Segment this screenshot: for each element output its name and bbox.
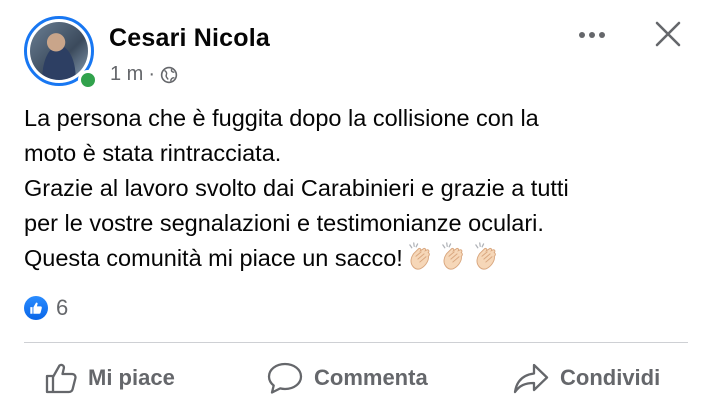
post-text-line: La persona che è fuggita dopo la collisi… bbox=[24, 105, 539, 131]
divider bbox=[24, 342, 688, 343]
close-icon[interactable] bbox=[650, 16, 686, 52]
like-button-label: Mi piace bbox=[88, 365, 175, 390]
clapping-hands-icon bbox=[409, 242, 430, 270]
reaction-summary[interactable]: 6 bbox=[24, 295, 68, 321]
clapping-hands-icon bbox=[475, 242, 496, 270]
like-reaction-icon bbox=[24, 296, 48, 320]
comment-button[interactable]: Commenta bbox=[266, 358, 428, 398]
post-text-line: Grazie al lavoro svolto dai Carabinieri … bbox=[24, 175, 569, 201]
share-icon bbox=[513, 363, 549, 394]
dot-icon bbox=[579, 32, 585, 38]
post-time[interactable]: 1 m bbox=[110, 63, 143, 86]
like-button[interactable]: Mi piace bbox=[44, 358, 175, 398]
author-name[interactable]: Cesari Nicola bbox=[109, 24, 270, 53]
post-text: La persona che è fuggita dopo la collisi… bbox=[24, 101, 694, 276]
clapping-hands-icon bbox=[442, 242, 463, 270]
dot-icon bbox=[599, 32, 605, 38]
post-text-last: Questa comunità mi piace un sacco! bbox=[24, 245, 403, 271]
thumbs-up-icon bbox=[45, 363, 77, 394]
online-status-indicator bbox=[78, 70, 98, 90]
post-text-line: Questa comunità mi piace un sacco! bbox=[24, 241, 694, 276]
comment-button-label: Commenta bbox=[314, 365, 428, 390]
more-options-button[interactable] bbox=[574, 22, 610, 48]
post-text-line: moto è stata rintracciata. bbox=[24, 140, 282, 166]
post-meta: 1 m · bbox=[110, 63, 178, 86]
facebook-post: Cesari Nicola 1 m · La persona che è fug… bbox=[0, 0, 710, 400]
meta-separator: · bbox=[148, 63, 156, 85]
dot-icon bbox=[589, 32, 595, 38]
share-button[interactable]: Condividi bbox=[512, 358, 660, 398]
post-text-line: per le vostre segnalazioni e testimonian… bbox=[24, 210, 544, 236]
share-button-label: Condividi bbox=[560, 365, 661, 390]
reaction-count: 6 bbox=[56, 295, 69, 320]
avatar-container[interactable] bbox=[22, 14, 100, 92]
globe-icon[interactable] bbox=[160, 66, 178, 84]
avatar-photo bbox=[30, 22, 88, 80]
comment-icon bbox=[267, 362, 303, 394]
